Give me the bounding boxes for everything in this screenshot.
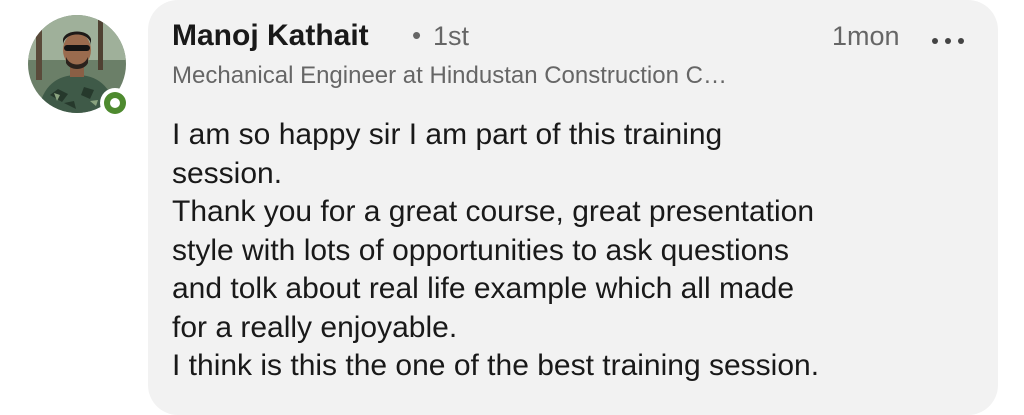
- comment-timestamp: 1mon: [832, 21, 900, 51]
- comment-line: Thank you for a great course, great pres…: [172, 195, 815, 228]
- online-status-badge: [100, 88, 130, 118]
- separator-dot: •: [412, 20, 422, 50]
- comment-line: I think is this the one of the best trai…: [172, 349, 820, 382]
- comment-line: I am so happy sir I am part of this trai…: [172, 118, 723, 151]
- author-name[interactable]: Manoj Kathait: [172, 19, 369, 53]
- comment-bubble: Manoj Kathait • 1st 1mon Mechanical Engi…: [148, 0, 998, 415]
- author-headline: Mechanical Engineer at Hindustan Constru…: [172, 62, 727, 89]
- comment-line: for a really enjoyable.: [172, 310, 458, 344]
- avatar[interactable]: [28, 15, 130, 118]
- connection-degree: 1st: [433, 21, 470, 51]
- more-options-icon[interactable]: [932, 20, 966, 50]
- comment-line: style with lots of opportunities to ask …: [172, 233, 789, 267]
- comment-text: I am so happy sir I am part of this trai…: [172, 116, 972, 386]
- comment-line: session.: [172, 156, 283, 190]
- comment-line: and tolk about real life example which a…: [172, 272, 795, 305]
